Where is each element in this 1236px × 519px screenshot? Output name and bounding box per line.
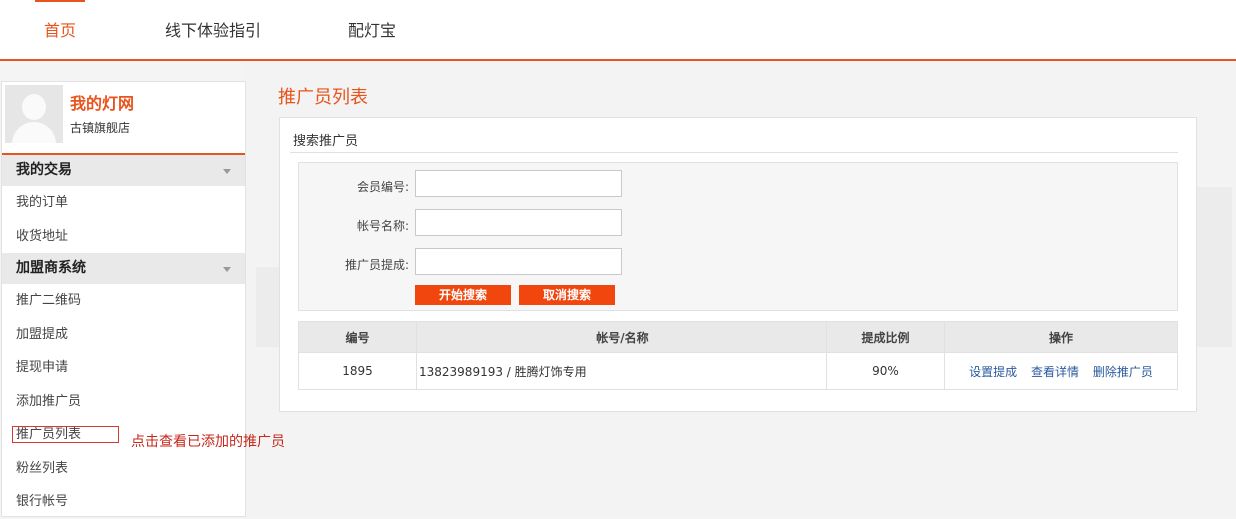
promoter-commission-input[interactable] — [415, 248, 622, 275]
sidebar-item-add-promoter[interactable]: 添加推广员 — [2, 385, 245, 419]
table-header-row: 编号 帐号/名称 提成比例 操作 — [298, 321, 1178, 353]
member-id-label: 会员编号: — [356, 180, 409, 194]
col-header-id: 编号 — [298, 321, 417, 353]
sidebar-item-my-orders[interactable]: 我的订单 — [2, 186, 245, 220]
sidebar-group-label: 加盟商系统 — [16, 260, 86, 276]
highlight-box — [12, 426, 119, 443]
cancel-search-button[interactable]: 取消搜索 — [519, 285, 615, 305]
sidebar-item-withdraw[interactable]: 提现申请 — [2, 351, 245, 385]
sidebar-item-commission[interactable]: 加盟提成 — [2, 318, 245, 352]
col-header-actions: 操作 — [944, 321, 1178, 353]
site-name[interactable]: 我的灯网 — [70, 90, 134, 114]
profile-card: 我的灯网 古镇旗舰店 — [2, 82, 245, 155]
account-name-label: 帐号名称: — [356, 219, 409, 233]
top-nav: 首页 线下体验指引 配灯宝 — [0, 0, 1236, 61]
promoter-panel: 搜索推广员 会员编号: 帐号名称: 推广员提成: 开始搜索 取消搜索 编号 帐号… — [279, 117, 1197, 412]
shop-name: 古镇旗舰店 — [70, 121, 131, 135]
annotation-callout: 点击查看已添加的推广员 — [131, 434, 285, 450]
cell-ratio: 90% — [826, 352, 945, 390]
delete-promoter-link[interactable]: 删除推广员 — [1093, 365, 1153, 379]
promoter-table: 编号 帐号/名称 提成比例 操作 1895 13823989193 / 胜腾灯饰… — [298, 321, 1178, 390]
view-details-link[interactable]: 查看详情 — [1031, 365, 1079, 379]
sidebar-item-bank[interactable]: 银行帐号 — [2, 485, 245, 519]
page-title: 推广员列表 — [278, 87, 368, 108]
promoter-commission-label: 推广员提成: — [344, 258, 409, 272]
cell-actions: 设置提成 查看详情 删除推广员 — [944, 352, 1178, 390]
table-row: 1895 13823989193 / 胜腾灯饰专用 90% 设置提成 查看详情 … — [298, 352, 1178, 390]
caret-down-icon — [223, 267, 231, 272]
cell-account: 13823989193 / 胜腾灯饰专用 — [416, 352, 827, 390]
search-form: 会员编号: 帐号名称: 推广员提成: 开始搜索 取消搜索 — [298, 162, 1178, 311]
divider — [290, 152, 1178, 153]
cell-id: 1895 — [298, 352, 417, 390]
sidebar-group-franchise[interactable]: 加盟商系统 — [2, 253, 245, 284]
nav-home[interactable]: 首页 — [34, 0, 86, 59]
col-header-account: 帐号/名称 — [416, 321, 827, 353]
nav-peidengbao[interactable]: 配灯宝 — [348, 0, 396, 59]
account-name-input[interactable] — [415, 209, 622, 236]
sidebar-item-fans[interactable]: 粉丝列表 — [2, 452, 245, 486]
nav-offline-guide[interactable]: 线下体验指引 — [165, 0, 261, 59]
caret-down-icon — [223, 169, 231, 174]
search-section-title: 搜索推广员 — [293, 134, 359, 149]
sidebar: 我的灯网 古镇旗舰店 我的交易 我的订单 收货地址 加盟商系统 推广二维码 加盟… — [1, 81, 246, 517]
sidebar-item-qrcode[interactable]: 推广二维码 — [2, 284, 245, 318]
sidebar-item-address[interactable]: 收货地址 — [2, 220, 245, 254]
member-id-input[interactable] — [415, 170, 622, 197]
sidebar-group-label: 我的交易 — [16, 162, 72, 178]
avatar — [5, 85, 63, 143]
sidebar-group-my-trade[interactable]: 我的交易 — [2, 155, 245, 186]
set-commission-link[interactable]: 设置提成 — [969, 365, 1017, 379]
search-button[interactable]: 开始搜索 — [415, 285, 511, 305]
col-header-ratio: 提成比例 — [826, 321, 945, 353]
